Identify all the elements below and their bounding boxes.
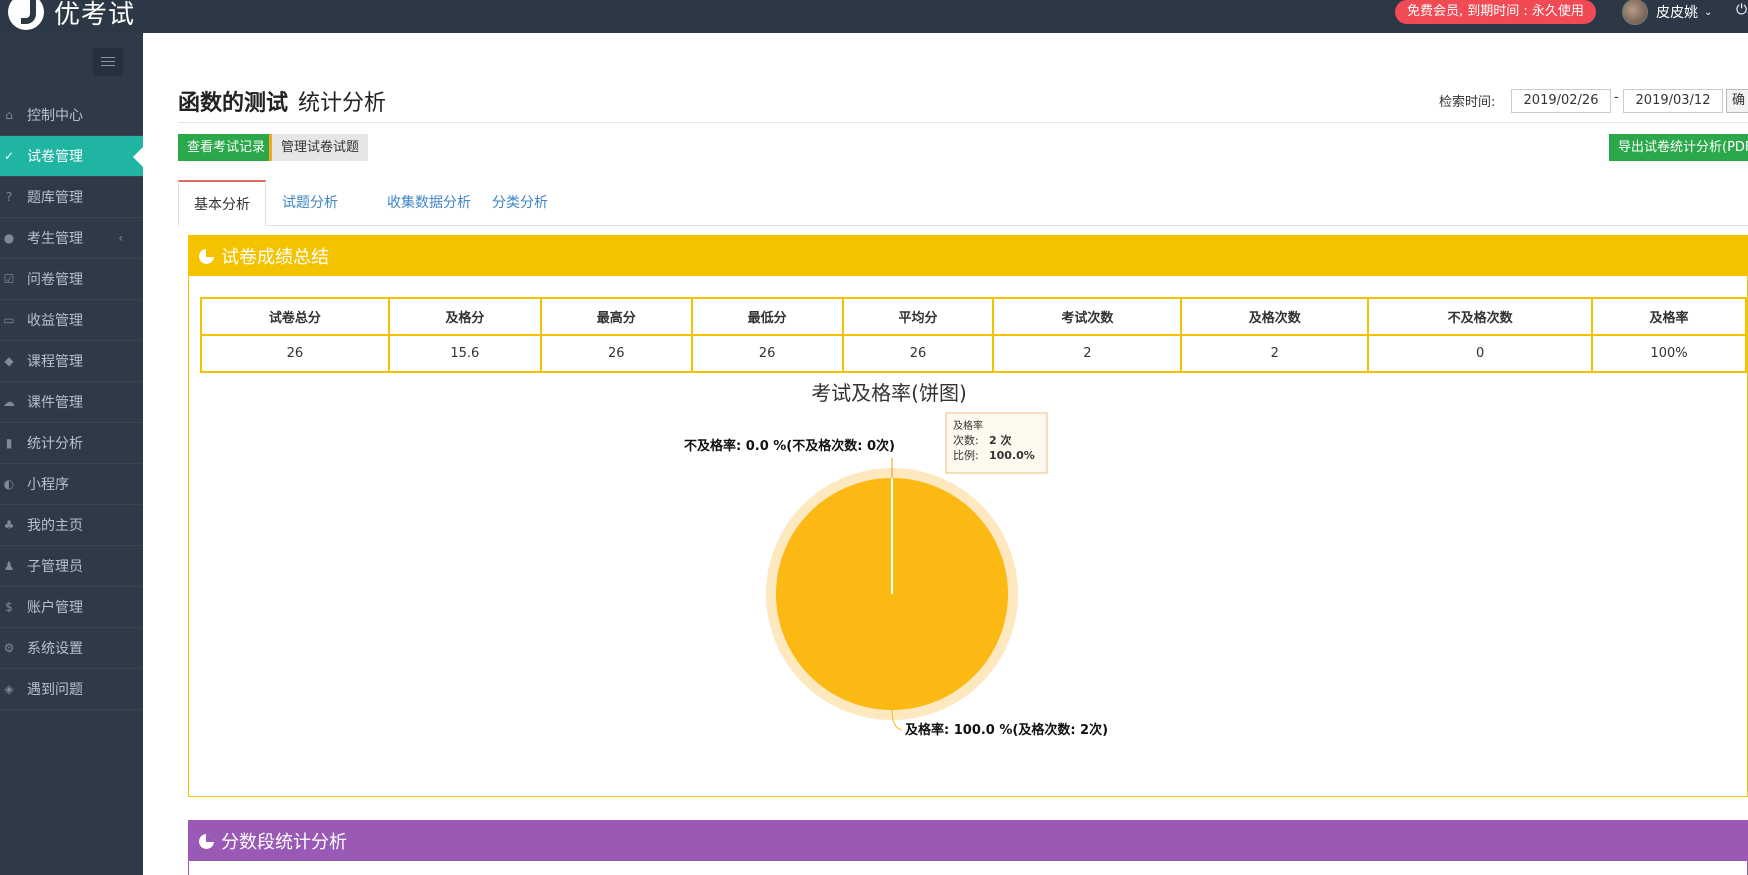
app-logo[interactable]: 优考试 [8,0,135,30]
sidebar-item-statistics[interactable]: ▮ 统计分析 [0,423,143,464]
user-icon: ● [3,231,15,245]
sidebar-item-control-center[interactable]: ⌂ 控制中心 [0,95,143,136]
exam-name: 函数的测试 [178,91,289,116]
chevron-down-icon: ⌄ [1704,6,1713,18]
sidebar-item-exam-management[interactable]: ✓ 试卷管理 [0,136,143,177]
sidebar-item-help[interactable]: ◈ 遇到问题 [0,669,143,710]
sidebar-item-question-bank[interactable]: ? 题库管理 [0,177,143,218]
pie-chart-icon [199,833,214,849]
tag-icon: ◈ [4,682,14,696]
sidebar-item-label: 题库管理 [27,190,83,206]
date-from-input[interactable]: 2019/02/26 [1511,89,1611,113]
sidebar-item-label: 考生管理 [27,231,83,247]
sidebar-nav: ⌂ 控制中心 ✓ 试卷管理 ? 题库管理 ● 考生管理 ‹ ☑ 问卷管理 ▭ 收益管理 ◆ 课程… [0,95,143,710]
users-icon: ♟ [3,559,15,573]
home-icon: ⌂ [5,108,13,122]
sidebar-item-label: 收益管理 [27,313,83,329]
pass-rate-pie-chart: 考试及格率(饼图) 不及格率: 0.0 %(不及格次数: 0次) 及格率: 100… [684,381,1108,738]
tab-question-analysis[interactable]: 试题分析 [282,180,338,226]
top-navbar: 优考试 免费会员, 到期时间 : 永久使用 皮皮姚 ⌄ ⏻ [0,0,1748,33]
search-time-label: 检索时间: [1439,95,1496,110]
power-icon[interactable]: ⏻ [1736,2,1747,18]
leaf-icon: ♣ [3,518,15,532]
score-range-panel-header: 分数段统计分析 [189,821,1747,861]
sidebar-item-courseware[interactable]: ☁ 课件管理 [0,382,143,423]
user-menu[interactable]: 皮皮姚 ⌄ [1622,0,1713,25]
sidebar-item-revenue[interactable]: ▭ 收益管理 [0,300,143,341]
date-separator: - [1614,90,1619,105]
sidebar-item-label: 遇到问题 [27,682,83,698]
tooltip-count-label: 次数: [953,433,979,447]
tab-collected-data-analysis[interactable]: 收集数据分析 [387,180,471,226]
logo-mark-icon [8,0,44,30]
sidebar-item-label: 小程序 [27,477,69,493]
sidebar-item-account[interactable]: $ 账户管理 [0,587,143,628]
sidebar-item-label: 统计分析 [27,436,83,452]
sidebar-item-survey[interactable]: ☑ 问卷管理 [0,259,143,300]
graduation-cap-icon: ◆ [4,354,14,368]
sidebar-item-label: 子管理员 [27,559,83,575]
hamburger-line [101,61,115,62]
page-title: 函数的测试 统计分析 [178,85,386,117]
chart-tooltip: 及格率 次数: 2 次 比例: 100.0% [945,412,1048,474]
sidebar-item-label: 课程管理 [27,354,83,370]
sidebar-item-label: 系统设置 [27,641,83,657]
tab-basic-analysis[interactable]: 基本分析 [178,180,266,226]
membership-badge[interactable]: 免费会员, 到期时间 : 永久使用 [1395,0,1596,24]
sidebar-item-label: 我的主页 [27,518,83,534]
divider [178,122,1748,123]
credit-card-icon: ▭ [3,313,15,327]
sidebar-item-label: 课件管理 [27,395,83,411]
question-circle-icon: ? [5,190,13,204]
pie-layer: 不及格率: 0.0 %(不及格次数: 0次) 及格率: 100.0 %(及格次数:… [684,438,1108,738]
sidebar-item-label: 试卷管理 [27,149,83,165]
sidebar-item-settings[interactable]: ⚙ 系统设置 [0,628,143,669]
page-subtitle: 统计分析 [298,91,387,116]
hamburger-line [101,57,115,58]
tooltip-count-value: 2 次 [989,433,1011,447]
confirm-button[interactable]: 确定 [1726,89,1748,113]
chart-title: 考试及格率(饼图) [811,381,967,405]
user-name: 皮皮姚 [1656,5,1698,21]
tooltip-title: 及格率 [953,419,983,432]
sidebar-item-label: 账户管理 [27,600,83,616]
main-content: 函数的测试 统计分析 检索时间: 2019/02/26 - 2019/03/12 … [143,33,1748,875]
manage-questions-button[interactable]: 管理试卷试题 [269,134,369,161]
hamburger-line [101,65,115,66]
check-circle-icon: ✓ [3,149,15,163]
dollar-icon: $ [5,600,13,614]
score-range-panel: 分数段统计分析 [188,820,1748,875]
sidebar-item-my-homepage[interactable]: ♣ 我的主页 [0,505,143,546]
sidebar-item-sub-admin[interactable]: ♟ 子管理员 [0,546,143,587]
menu-toggle-button[interactable] [93,48,123,76]
tab-category-analysis[interactable]: 分类分析 [492,180,548,226]
pie-slice-label: 及格率: 100.0 %(及格次数: 2次) [905,722,1108,738]
logo-text: 优考试 [54,0,136,30]
bar-chart-icon: ▮ [5,436,13,450]
gear-icon: ⚙ [3,641,15,655]
export-pdf-button[interactable]: 导出试卷统计分析(PDF) [1609,134,1748,161]
tooltip-ratio-label: 比例: [953,448,979,462]
cloud-upload-icon: ☁ [3,395,15,409]
sidebar-item-mini-program[interactable]: ◐ 小程序 [0,464,143,505]
avatar [1622,0,1648,25]
pie-slice-label: 不及格率: 0.0 %(不及格次数: 0次) [684,438,895,454]
summary-panel: 试卷成绩总结 试卷总分 及格分 最高分 最低分 平均分 考试次数 及格次数 不及… [188,235,1748,797]
sidebar-item-candidates[interactable]: ● 考生管理 ‹ [0,218,143,259]
analysis-tabs: 基本分析 试题分析 收集数据分析 分类分析 [178,180,1748,226]
sidebar-item-label: 问卷管理 [27,272,83,288]
sidebar-item-courses[interactable]: ◆ 课程管理 [0,341,143,382]
date-to-input[interactable]: 2019/03/12 [1623,89,1723,113]
checkbox-icon: ☑ [3,272,15,286]
view-exam-records-button[interactable]: 查看考试记录 [178,134,275,161]
chevron-left-icon: ‹ [118,231,123,245]
sidebar-item-label: 控制中心 [27,108,83,124]
tooltip-ratio-value: 100.0% [989,449,1035,462]
score-range-panel-title: 分数段统计分析 [221,832,347,853]
wechat-icon: ◐ [3,477,15,491]
sidebar: ⌂ 控制中心 ✓ 试卷管理 ? 题库管理 ● 考生管理 ‹ ☑ 问卷管理 ▭ 收益管理 ◆ 课程… [0,33,143,875]
